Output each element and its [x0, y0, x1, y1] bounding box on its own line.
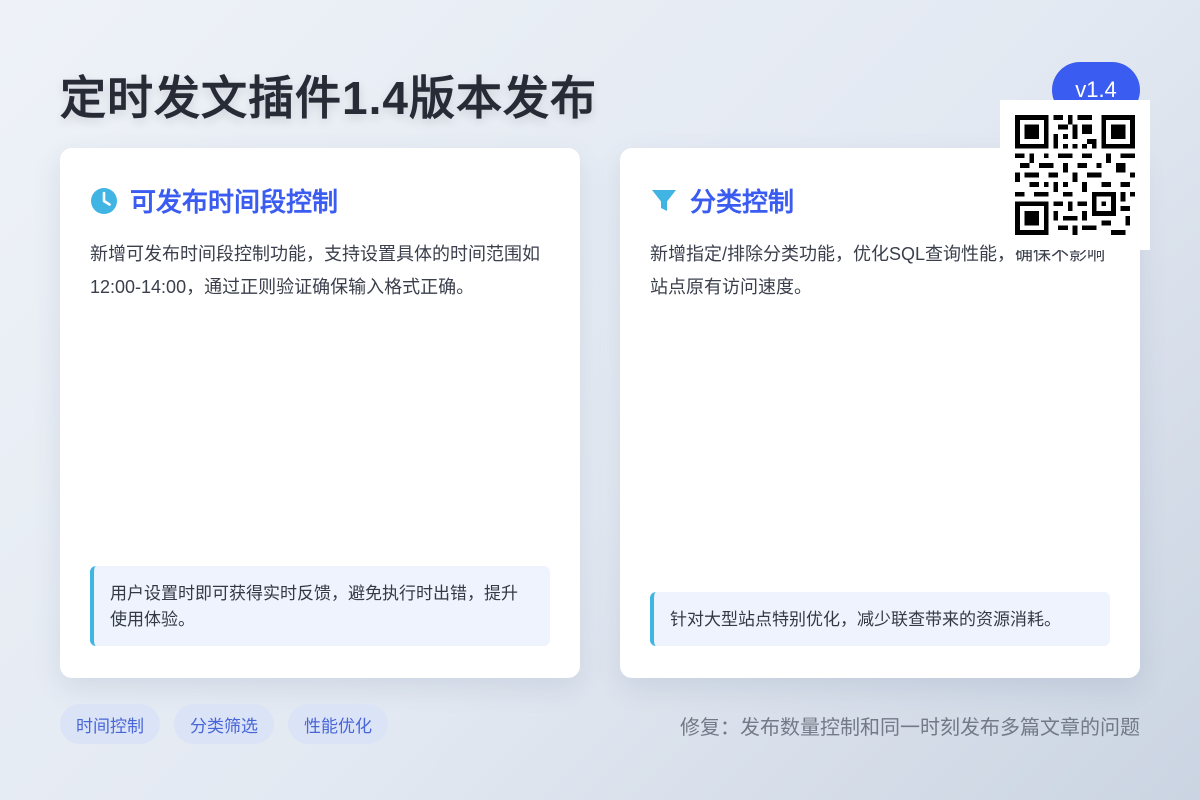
qr-code: [1000, 100, 1150, 250]
tag-time-control: 时间控制: [60, 704, 160, 744]
bugfix-note: 修复：发布数量控制和同一时刻发布多篇文章的问题: [680, 717, 1140, 739]
card-header: 可发布时间段控制: [90, 182, 338, 219]
card-title: 分类控制: [690, 187, 795, 217]
filter-icon: [650, 187, 678, 215]
card-note: 针对大型站点特别优化，减少联查带来的资源消耗。: [650, 592, 1110, 646]
tag-performance: 性能优化: [288, 704, 388, 744]
card-note: 用户设置时即可获得实时反馈，避免执行时出错，提升使用体验。: [90, 566, 550, 646]
clock-icon: [90, 187, 118, 215]
page-title: 定时发文插件1.4版本发布: [60, 72, 597, 124]
card-description: 新增可发布时间段控制功能，支持设置具体的时间范围如12:00-14:00，通过正…: [90, 244, 540, 297]
card-title: 可发布时间段控制: [130, 187, 339, 217]
tag-category-filter: 分类筛选: [174, 704, 274, 744]
feature-card-time-window: 可发布时间段控制 新增可发布时间段控制功能，支持设置具体的时间范围如12:00-…: [60, 148, 580, 678]
qr-code-pattern: [1015, 115, 1135, 235]
card-header: 分类控制: [650, 182, 794, 219]
tag-list: 时间控制 分类筛选 性能优化: [60, 704, 388, 744]
